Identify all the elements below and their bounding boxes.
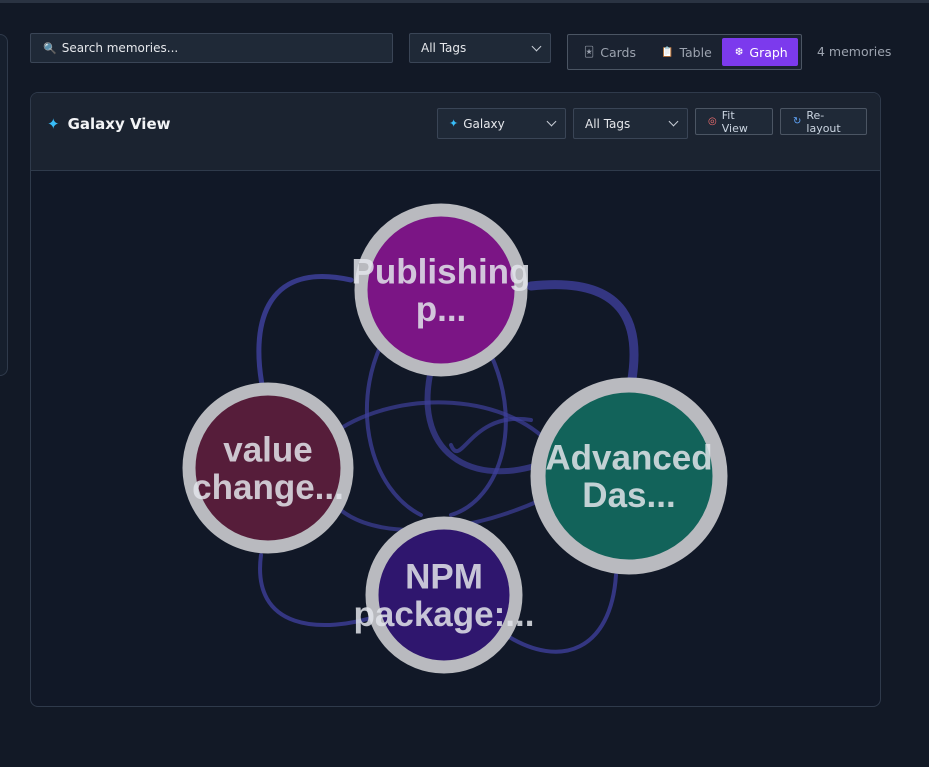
graph-edge — [329, 400, 553, 447]
graph-node-npm[interactable]: NPMpackage:... — [354, 516, 535, 674]
tag-filter-value: All Tags — [421, 41, 467, 55]
layout-select[interactable]: ✦ Galaxy — [437, 108, 566, 139]
graph-node-label: p... — [416, 290, 467, 329]
graph-node-advanced[interactable]: AdvancedDas... — [530, 377, 728, 575]
search-input[interactable]: 🔍 Search memories... — [30, 33, 393, 63]
view-table-button[interactable]: 📋 Table — [661, 38, 721, 66]
graph-edge — [256, 274, 354, 393]
sidebar-panel-edge — [0, 34, 8, 376]
panel-title-text: Galaxy View — [67, 115, 171, 133]
graph-node-label: Advanced — [545, 438, 712, 477]
panel-header: ✦ Galaxy View ✦ Galaxy All Tags ◎ Fit Vi… — [31, 93, 880, 171]
view-graph-button[interactable]: ❆ Graph — [722, 38, 798, 66]
graph-node-value[interactable]: valuechange... — [182, 382, 354, 554]
chevron-down-icon — [531, 41, 542, 51]
graph-node-label: Publishing — [352, 252, 531, 291]
graph-edge — [449, 416, 533, 454]
refresh-icon: ↻ — [793, 116, 802, 127]
graph-node-label: change... — [192, 468, 344, 507]
search-placeholder: Search memories... — [61, 41, 179, 55]
top-divider — [0, 0, 929, 3]
graph-node-label: Das... — [582, 476, 675, 515]
galaxy-icon: ✦ — [449, 117, 459, 130]
view-table-label: Table — [679, 44, 712, 60]
graph-node-publishing[interactable]: Publishingp... — [352, 203, 531, 377]
view-switcher: 🃏 Cards 📋 Table ❆ Graph — [567, 34, 802, 70]
relayout-button[interactable]: ↻ Re-layout — [780, 108, 867, 135]
chevron-down-icon — [546, 116, 557, 127]
fit-view-button[interactable]: ◎ Fit View — [695, 108, 773, 135]
table-icon: 📋 — [661, 46, 674, 58]
view-cards-label: Cards — [600, 44, 636, 60]
view-cards-button[interactable]: 🃏 Cards — [584, 38, 654, 66]
chevron-down-icon — [668, 116, 679, 127]
panel-tag-select-value: All Tags — [585, 116, 631, 131]
panel-title: ✦ Galaxy View — [47, 115, 170, 133]
relayout-label: Re-layout — [806, 108, 841, 135]
target-icon: ◎ — [708, 116, 717, 127]
graph-node-label: value — [223, 430, 313, 469]
graph-icon: ❆ — [735, 46, 744, 58]
tag-filter-select[interactable]: All Tags — [409, 33, 551, 63]
graph-node-label: package:... — [354, 595, 535, 634]
galaxy-graph[interactable]: Publishingp...valuechange...AdvancedDas.… — [31, 170, 880, 706]
search-icon: 🔍 — [43, 41, 57, 55]
cards-icon: 🃏 — [584, 46, 595, 58]
fit-view-label: Fit View — [721, 108, 748, 135]
panel-tag-select[interactable]: All Tags — [573, 108, 688, 139]
galaxy-panel: ✦ Galaxy View ✦ Galaxy All Tags ◎ Fit Vi… — [30, 92, 881, 707]
layout-select-value: Galaxy — [463, 116, 505, 131]
galaxy-icon: ✦ — [47, 115, 60, 133]
memory-count: 4 memories — [817, 44, 892, 59]
view-graph-label: Graph — [749, 44, 788, 60]
graph-node-label: NPM — [405, 557, 483, 596]
graph-edge — [526, 280, 639, 390]
